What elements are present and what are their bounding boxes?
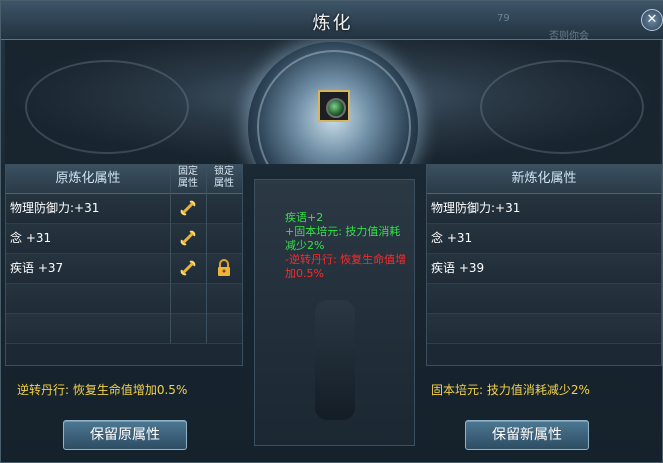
change-line-removed: -逆转丹行: 恢复生命值增加0.5% xyxy=(285,253,407,280)
column-divider xyxy=(170,165,171,343)
lock-attributes-header: 锁定 属性 xyxy=(214,166,234,189)
change-line-bonus: 疾语+2 xyxy=(285,211,324,224)
decor-lantern xyxy=(315,300,355,420)
new-attr-row: 疾语 +39 xyxy=(427,254,661,284)
keep-new-button[interactable]: 保留新属性 xyxy=(465,420,589,450)
new-attr-row: 念 +31 xyxy=(427,224,661,254)
close-button[interactable]: ✕ xyxy=(641,9,663,31)
new-special-attribute: 固本培元: 技力值消耗减少2% xyxy=(431,383,590,397)
lock-attributes-header-cell: 锁定 属性 xyxy=(206,165,242,194)
original-attr-text: 物理防御力:+31 xyxy=(10,201,100,215)
new-attr-text: 物理防御力:+31 xyxy=(431,201,521,215)
column-divider xyxy=(206,165,207,343)
change-preview-panel: 疾语+2 +固本培元: 技力值消耗减少2% -逆转丹行: 恢复生命值增加0.5% xyxy=(254,179,415,446)
background-hint-text: 79 xyxy=(497,13,510,24)
padlock-icon[interactable] xyxy=(216,259,232,277)
change-line-added: +固本培元: 技力值消耗减少2% xyxy=(285,225,401,252)
original-attr-text: 疾语 +37 xyxy=(10,261,64,275)
new-attributes-header: 新炼化属性 xyxy=(427,165,661,194)
original-attributes-header: 原炼化属性 xyxy=(6,165,170,194)
original-special-attribute: 逆转丹行: 恢复生命值增加0.5% xyxy=(17,383,188,397)
fixed-attributes-header: 固定 属性 xyxy=(178,166,198,189)
chain-link-icon[interactable] xyxy=(179,229,197,247)
new-attr-text: 念 +31 xyxy=(431,231,473,245)
new-attr-text: 疾语 +39 xyxy=(431,261,485,275)
chain-link-icon[interactable] xyxy=(179,199,197,217)
fixed-attributes-header-cell: 固定 属性 xyxy=(170,165,206,194)
decor-ornament-right xyxy=(480,60,644,154)
refine-window: 炼化 79 否则你会 ✕ 原炼化属性 固定 属性 锁定 属性 物理防御力:+31 xyxy=(0,0,663,463)
decor-ornament-left xyxy=(25,60,189,154)
title-bar: 炼化 79 否则你会 ✕ xyxy=(1,1,663,42)
refine-orb-area xyxy=(5,40,660,164)
new-attributes-panel: 新炼化属性 物理防御力:+31 念 +31 疾语 +39 xyxy=(426,164,662,366)
chain-link-icon[interactable] xyxy=(179,259,197,277)
empty-attr-row xyxy=(427,284,661,314)
empty-attr-row xyxy=(427,314,661,344)
original-attributes-panel: 原炼化属性 固定 属性 锁定 属性 物理防御力:+31 念 +31 疾语 +37 xyxy=(5,164,243,366)
keep-original-button[interactable]: 保留原属性 xyxy=(63,420,187,450)
original-attr-text: 念 +31 xyxy=(10,231,52,245)
ring-icon xyxy=(326,98,346,118)
new-attr-row: 物理防御力:+31 xyxy=(427,194,661,224)
item-slot[interactable] xyxy=(318,90,350,122)
